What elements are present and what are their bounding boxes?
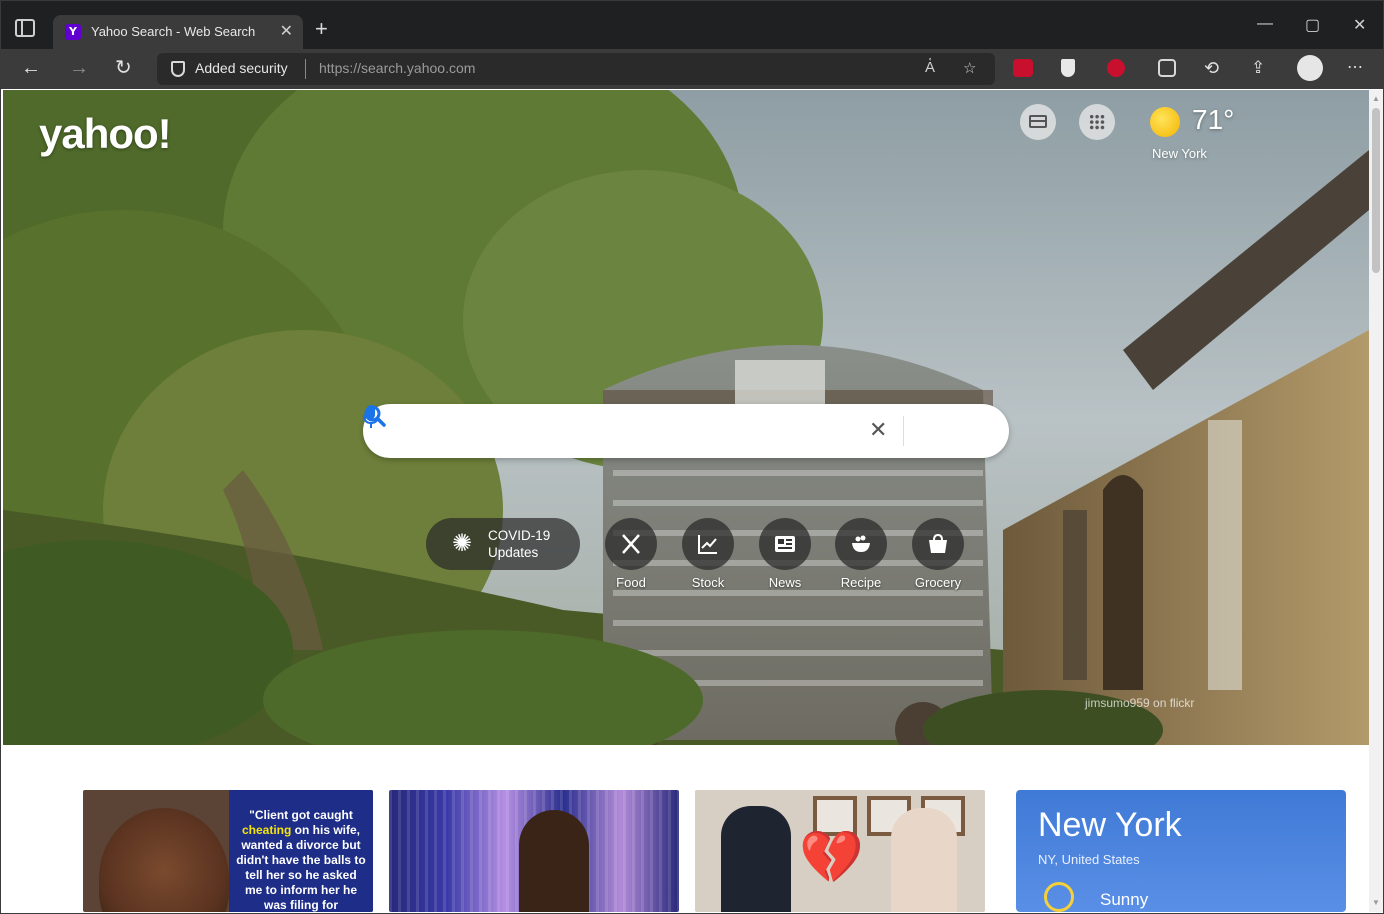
news-card-person-image xyxy=(721,806,791,912)
news-card[interactable]: 💔 xyxy=(695,790,985,912)
photo-credit[interactable]: jimsumo959 on flickr xyxy=(1085,696,1194,710)
url-text[interactable]: https://search.yahoo.com xyxy=(319,60,475,76)
minimize-button[interactable]: — xyxy=(1257,15,1273,33)
back-arrow-icon[interactable]: ← xyxy=(21,57,41,79)
weather-city: New York xyxy=(1152,146,1207,161)
news-card[interactable]: "Client got caught cheating on his wife,… xyxy=(83,790,373,912)
forward-arrow-icon[interactable]: → xyxy=(69,57,89,79)
covid-label-line2: Updates xyxy=(488,545,539,560)
quick-link-news[interactable]: News xyxy=(745,518,825,592)
quick-link-food[interactable]: Food xyxy=(591,518,671,592)
news-card-person-image xyxy=(519,810,589,912)
profile-avatar[interactable] xyxy=(1297,55,1323,81)
news-button[interactable] xyxy=(759,518,811,570)
utensils-icon xyxy=(622,534,640,554)
browser-window: Y Yahoo Search - Web Search ✕ + — ▢ ✕ ← … xyxy=(0,0,1384,914)
mail-button[interactable] xyxy=(1020,104,1056,140)
close-window-button[interactable]: ✕ xyxy=(1353,15,1366,35)
page-scrollbar[interactable]: ▲ ▼ xyxy=(1369,90,1383,912)
scroll-thumb[interactable] xyxy=(1372,108,1380,273)
mail-icon xyxy=(1029,115,1047,128)
search-bar: ✕ xyxy=(363,404,1009,458)
sun-icon xyxy=(1044,882,1074,912)
add-favorite-icon[interactable]: ☆ xyxy=(963,59,976,77)
search-icon[interactable] xyxy=(363,404,387,428)
tab-bar: Y Yahoo Search - Web Search ✕ + — ▢ ✕ xyxy=(1,1,1383,49)
tab-title: Yahoo Search - Web Search xyxy=(91,24,256,39)
scroll-down-icon[interactable]: ▼ xyxy=(1372,898,1380,907)
virus-icon: ✺ xyxy=(452,530,473,557)
apps-button[interactable] xyxy=(1079,104,1115,140)
news-icon xyxy=(775,536,795,552)
covid-label-line1: COVID-19 xyxy=(488,528,551,543)
weather-card-condition: Sunny xyxy=(1100,890,1149,909)
news-card[interactable] xyxy=(389,790,679,912)
tab-yahoo-search[interactable]: Y Yahoo Search - Web Search ✕ xyxy=(53,15,303,49)
quick-link-recipe[interactable]: Recipe xyxy=(821,518,901,592)
quick-link-label: News xyxy=(768,575,802,590)
security-label[interactable]: Added security xyxy=(195,60,288,76)
quick-link-label: Food xyxy=(616,575,646,590)
bowl-icon xyxy=(852,535,870,552)
quick-link-label: Grocery xyxy=(914,575,962,590)
bag-icon xyxy=(929,533,947,553)
address-bar[interactable]: Added security https://search.yahoo.com … xyxy=(157,53,995,85)
weather-card-region: NY, United States xyxy=(1038,852,1140,867)
chart-icon xyxy=(698,535,717,554)
weather-card-city: New York xyxy=(1038,806,1182,844)
more-menu-icon[interactable]: ⋯ xyxy=(1347,57,1363,79)
read-aloud-icon[interactable]: A᷾ xyxy=(925,59,935,76)
food-button[interactable] xyxy=(605,518,657,570)
stock-button[interactable] xyxy=(682,518,734,570)
browser-toolbar: ← → ↻ Added security https://search.yaho… xyxy=(1,49,1383,89)
clear-icon[interactable]: ✕ xyxy=(869,416,887,444)
new-tab-button[interactable]: + xyxy=(315,18,328,40)
weather-widget[interactable]: 71° New York xyxy=(1150,104,1260,164)
tab-close-icon[interactable]: ✕ xyxy=(280,21,293,41)
refresh-icon[interactable]: ↻ xyxy=(115,57,132,79)
weather-card[interactable]: New York NY, United States Sunny xyxy=(1016,790,1346,912)
extension-ublock-icon[interactable] xyxy=(1107,59,1125,77)
extension-red-icon[interactable] xyxy=(1013,59,1033,77)
news-card-image xyxy=(99,808,229,912)
hero-background-photo: yahoo! 71° New York ✕ ✺ COVID-19 Updates… xyxy=(3,90,1369,745)
extension-shield-icon[interactable] xyxy=(1061,59,1075,77)
news-quote-highlight: cheating xyxy=(241,823,292,837)
tab-actions-icon[interactable] xyxy=(15,19,35,37)
grocery-button[interactable] xyxy=(912,518,964,570)
sun-icon xyxy=(1150,107,1180,137)
recipe-button[interactable] xyxy=(835,518,887,570)
news-card-person-image xyxy=(891,808,957,912)
yahoo-favicon-icon: Y xyxy=(65,24,81,40)
quick-link-label: Stock xyxy=(691,575,725,590)
scroll-up-icon[interactable]: ▲ xyxy=(1372,94,1380,103)
quick-link-grocery[interactable]: Grocery xyxy=(898,518,978,592)
covid-label: COVID-19 Updates xyxy=(488,527,568,561)
quick-link-label: Recipe xyxy=(840,575,882,590)
app-grid-icon xyxy=(1089,114,1105,130)
broken-heart-icon: 💔 xyxy=(799,829,864,887)
search-separator xyxy=(903,416,904,446)
address-separator xyxy=(305,59,306,79)
shield-icon xyxy=(171,61,185,77)
news-quote-box: "Client got caught cheating on his wife,… xyxy=(229,790,373,912)
search-input[interactable] xyxy=(387,416,857,446)
news-quote-text: "Client got caught cheating on his wife,… xyxy=(235,808,367,912)
covid-updates-button[interactable]: ✺ COVID-19 Updates xyxy=(426,518,580,570)
page-content: yahoo! 71° New York ✕ ✺ COVID-19 Updates… xyxy=(3,90,1369,912)
news-quote-part: "Client got caught xyxy=(249,808,353,822)
history-icon[interactable]: ⟲ xyxy=(1204,57,1219,79)
maximize-button[interactable]: ▢ xyxy=(1305,15,1320,35)
share-icon[interactable]: ⇪ xyxy=(1251,57,1265,79)
collections-icon[interactable] xyxy=(1158,59,1176,77)
quick-link-stock[interactable]: Stock xyxy=(668,518,748,592)
weather-temperature: 71° xyxy=(1192,104,1235,135)
yahoo-logo[interactable]: yahoo! xyxy=(39,110,172,158)
